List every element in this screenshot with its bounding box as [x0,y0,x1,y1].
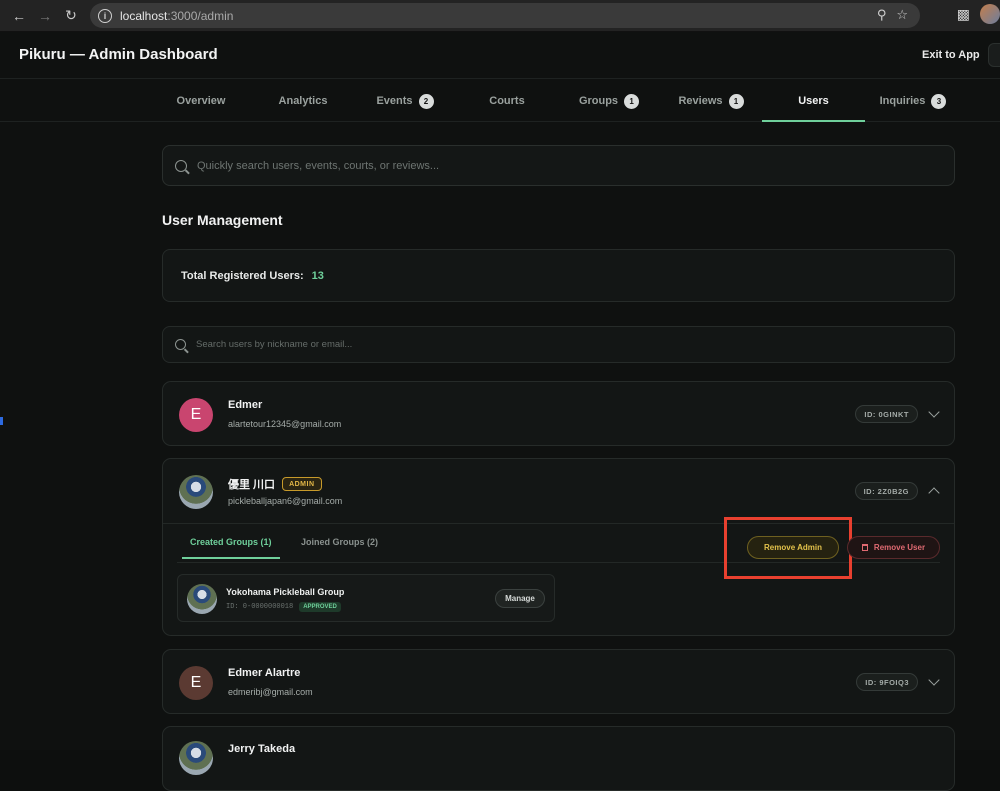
tab-users[interactable]: Users [762,80,865,122]
scroll-marker [0,417,3,425]
avatar: E [179,666,213,700]
group-avatar [187,584,217,614]
user-row[interactable]: 優里 川口 ADMIN pickleballjapan6@gmail.com ID… [163,459,954,523]
chevron-down-icon[interactable] [928,674,940,686]
page-title: Pikuru — Admin Dashboard [19,46,218,63]
tab-events[interactable]: Events 2 [358,80,452,122]
avatar: E [179,398,213,432]
extensions-icon[interactable]: ▩ [957,6,970,23]
address-bar[interactable]: i localhost:3000/admin ⚲ ☆ [90,3,920,28]
user-email: pickleballjapan6@gmail.com [228,496,343,506]
events-count-badge: 2 [418,93,434,109]
admin-tabs: Overview Analytics Events 2 Courts Groups… [0,80,1000,122]
groups-count-badge: 1 [624,93,640,109]
inquiries-count-badge: 3 [931,93,947,109]
forward-icon[interactable]: → [32,3,58,29]
user-card[interactable]: E Edmer alartetour12345@gmail.com ID: 0G… [162,381,955,446]
user-search [162,326,955,363]
group-list-item: Yokohama Pickleball Group ID: 0-00000000… [177,574,555,622]
total-users-count: 13 [311,269,324,282]
admin-app: Pikuru — Admin Dashboard Exit to App Ove… [0,32,1000,791]
tab-courts[interactable]: Courts [460,80,554,122]
user-name: Edmer [228,399,263,411]
bookmark-star-icon[interactable]: ☆ [896,7,908,23]
header-menu-button[interactable] [988,43,1000,67]
location-icon[interactable]: ⚲ [877,7,887,23]
user-email: edmeribj@gmail.com [228,687,313,697]
tab-inquiries[interactable]: Inquiries 3 [866,80,960,122]
user-card[interactable]: E Edmer Alartre edmeribj@gmail.com ID: 9… [162,649,955,714]
user-row[interactable]: E Edmer alartetour12345@gmail.com ID: 0G… [163,382,954,445]
browser-toolbar: ← → ↻ i localhost:3000/admin ⚲ ☆ ▩ [0,0,1000,32]
user-email: alartetour12345@gmail.com [228,419,342,429]
user-name: 優里 川口 ADMIN [228,476,322,492]
remove-user-button[interactable]: Remove User [847,536,940,559]
section-title: User Management [162,212,283,228]
manage-group-button[interactable]: Manage [495,589,545,608]
tab-analytics[interactable]: Analytics [256,80,350,122]
user-name: Edmer Alartre [228,667,301,679]
highlight-box [724,517,852,579]
site-info-icon[interactable]: i [98,8,112,23]
user-card-expanded: 優里 川口 ADMIN pickleballjapan6@gmail.com ID… [162,458,955,636]
tab-overview[interactable]: Overview [154,80,248,122]
exit-to-app-link[interactable]: Exit to App [922,49,980,61]
global-search-input[interactable] [197,159,897,172]
admin-badge: ADMIN [282,477,322,491]
tab-reviews[interactable]: Reviews 1 [664,80,758,122]
back-icon[interactable]: ← [6,3,32,29]
tab-joined-groups[interactable]: Joined Groups (2) [301,524,378,559]
top-bar: Pikuru — Admin Dashboard Exit to App [0,32,1000,79]
user-id-badge: ID: 2Z0B2G [854,482,918,500]
tab-groups[interactable]: Groups 1 [562,80,656,122]
total-users-label: Total Registered Users: [181,269,304,282]
user-id-badge: ID: 9FOIQ3 [856,673,918,691]
search-icon [175,159,187,172]
chevron-up-icon[interactable] [928,487,940,499]
user-details-panel: Created Groups (1) Joined Groups (2) Rem… [163,517,954,636]
avatar [179,741,213,775]
global-search [162,145,955,186]
profile-avatar[interactable] [980,4,1000,24]
user-card[interactable]: Jerry Takeda [162,726,955,791]
trash-icon [861,544,868,551]
group-name: Yokohama Pickleball Group [226,587,345,597]
status-badge: APPROVED [299,602,341,612]
chevron-down-icon[interactable] [928,406,940,418]
user-row[interactable]: Jerry Takeda [163,727,954,790]
group-id: ID: 0-0000000018 APPROVED [226,602,341,612]
user-id-badge: ID: 0GINKT [855,405,918,423]
reviews-count-badge: 1 [728,93,744,109]
total-users-card: Total Registered Users: 13 [162,249,955,302]
user-row[interactable]: E Edmer Alartre edmeribj@gmail.com ID: 9… [163,650,954,713]
url-text: localhost:3000/admin [120,8,234,23]
user-search-input[interactable] [196,339,896,350]
search-icon [175,339,186,350]
avatar [179,475,213,509]
user-name: Jerry Takeda [228,743,296,755]
reload-icon[interactable]: ↻ [58,3,84,29]
tab-created-groups[interactable]: Created Groups (1) [182,524,279,559]
